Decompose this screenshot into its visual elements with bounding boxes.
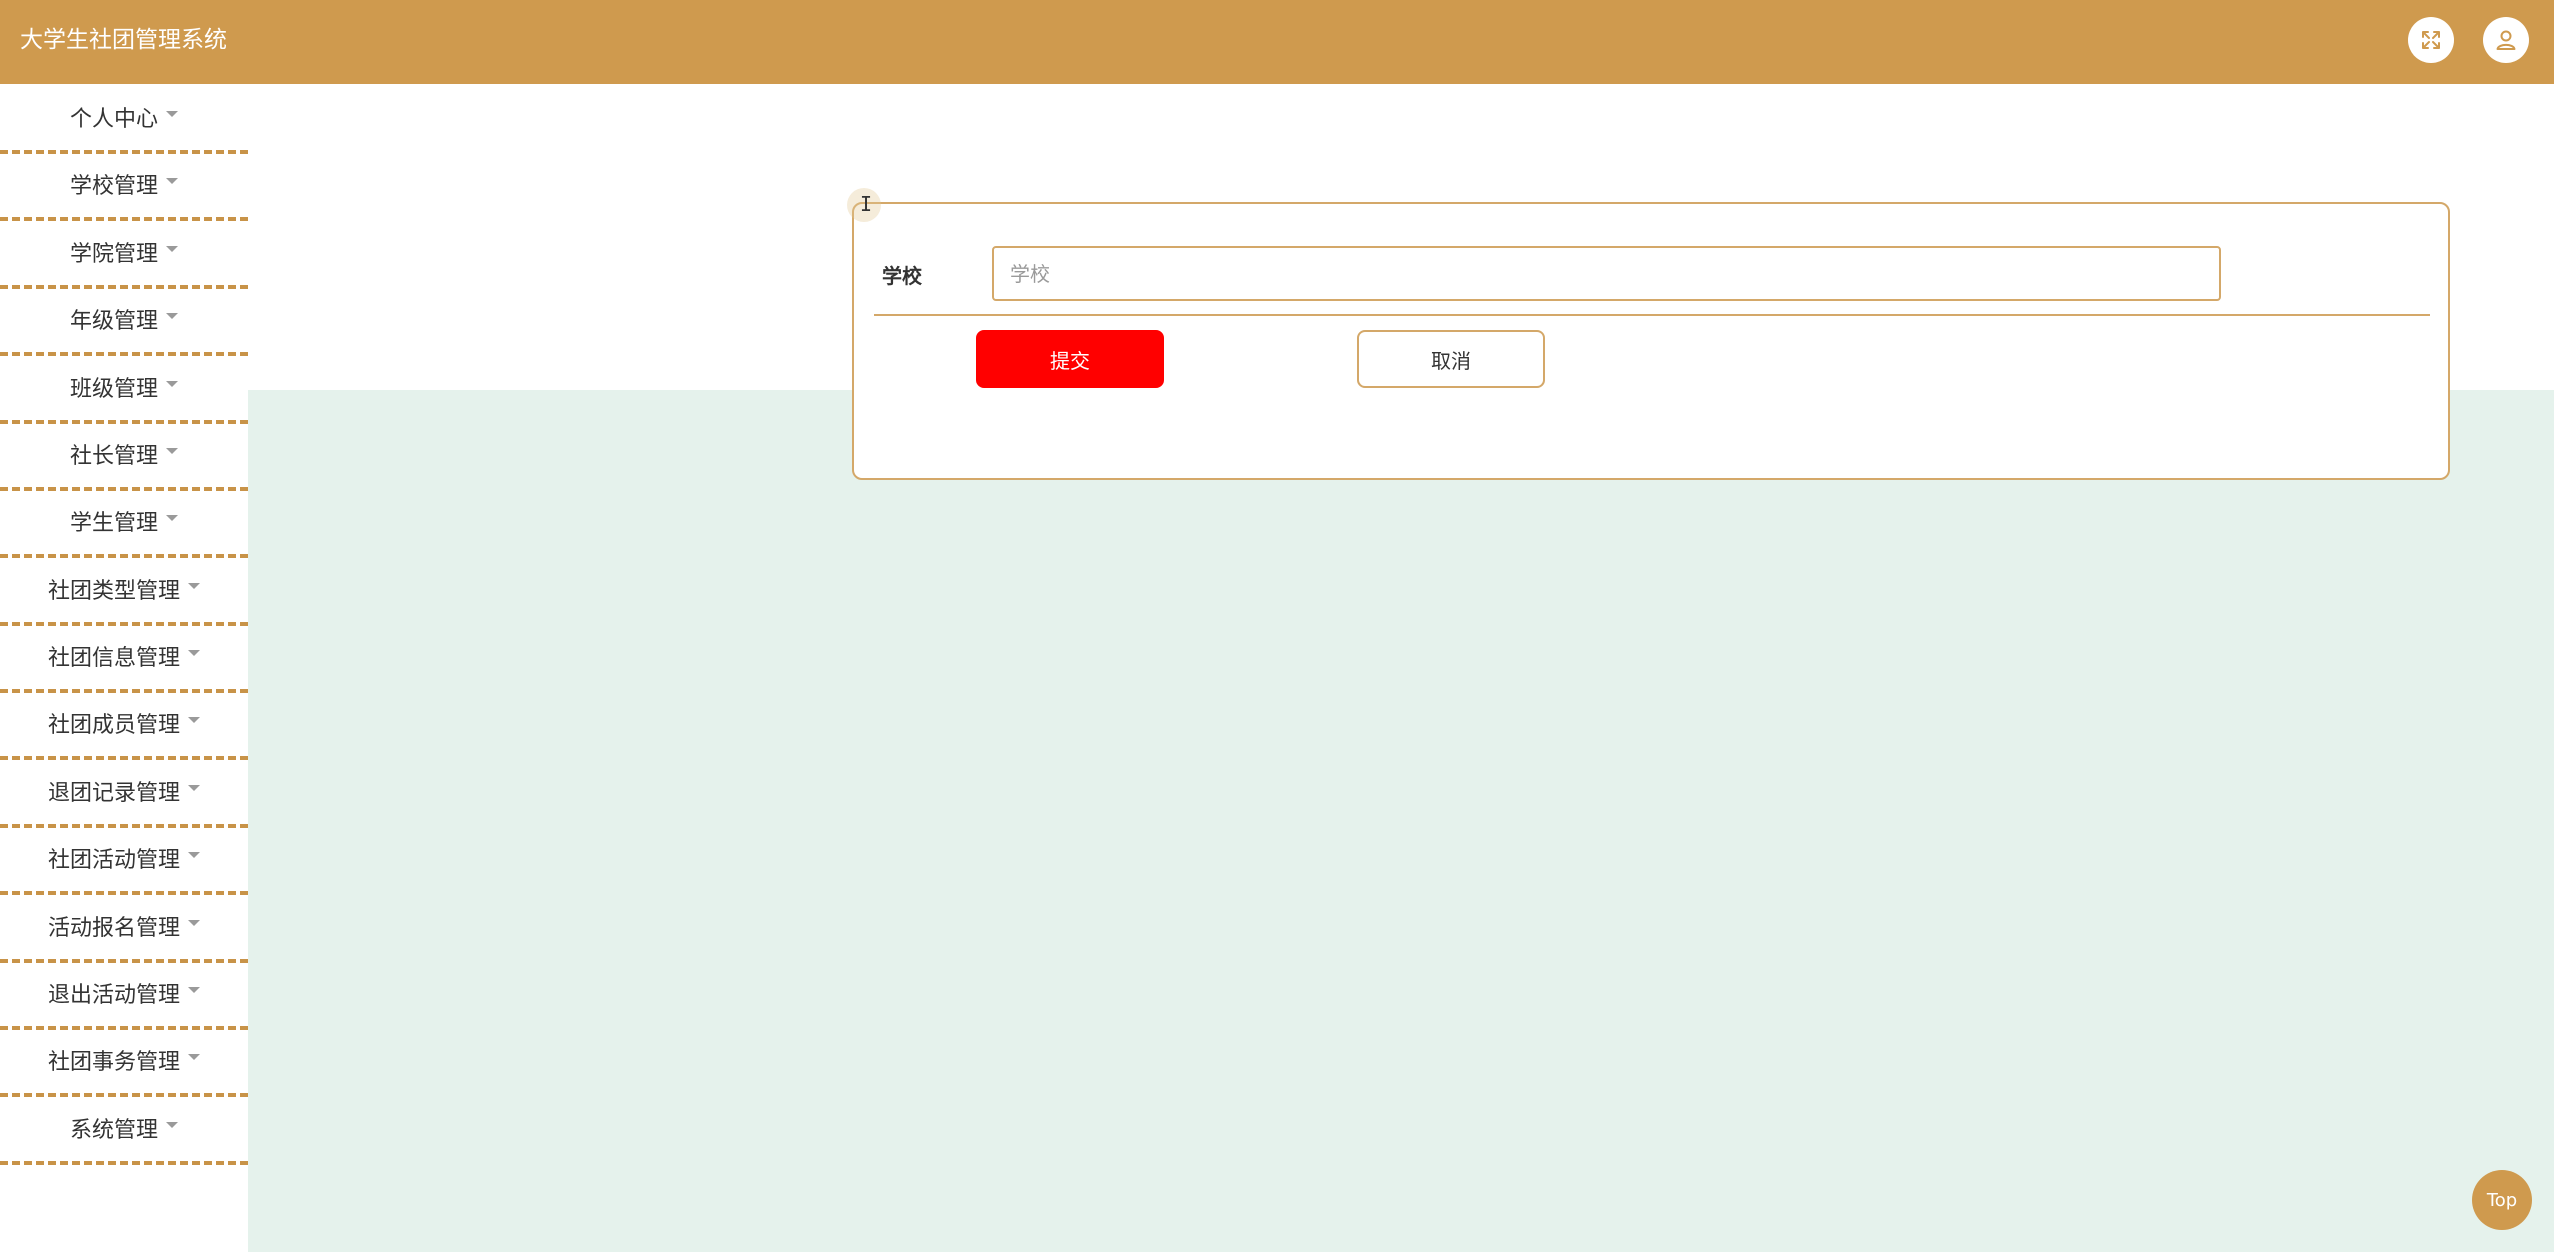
sidebar-item-club-type[interactable]: 社团类型管理 [0, 556, 248, 626]
sidebar-item-label: 学生管理 [69, 511, 158, 536]
caret-down-icon [188, 1054, 200, 1060]
main-content: 学校 提交 取消 [248, 84, 2554, 1252]
sidebar-item-label: 社团信息管理 [47, 646, 180, 671]
caret-down-icon [166, 313, 178, 319]
app-title: 大学生社团管理系统 [20, 27, 227, 53]
caret-down-icon [166, 1122, 178, 1128]
sidebar-item-grade[interactable]: 年级管理 [0, 286, 248, 356]
caret-down-icon [166, 381, 178, 387]
school-label: 学校 [882, 264, 922, 288]
sidebar-item-label: 社团事务管理 [47, 1050, 180, 1075]
sidebar-item-label: 社团活动管理 [47, 848, 180, 873]
sidebar-item-label: 社团成员管理 [47, 713, 180, 738]
caret-down-icon [188, 785, 200, 791]
caret-down-icon [188, 987, 200, 993]
sidebar-item-club-affairs[interactable]: 社团事务管理 [0, 1027, 248, 1097]
sidebar-item-label: 学校管理 [69, 174, 158, 199]
sidebar-item-label: 年级管理 [69, 309, 158, 334]
sidebar-item-label: 社长管理 [69, 444, 158, 469]
fullscreen-button[interactable] [2408, 17, 2454, 63]
sidebar-item-activity-registration[interactable]: 活动报名管理 [0, 893, 248, 963]
sidebar-item-personal-center[interactable]: 个人中心 [0, 84, 248, 154]
sidebar-item-system[interactable]: 系统管理 [0, 1095, 248, 1165]
school-input[interactable] [992, 246, 2221, 301]
sidebar-item-label: 活动报名管理 [47, 916, 180, 941]
text-cursor-icon: I [847, 188, 881, 222]
sidebar-item-label: 学院管理 [69, 242, 158, 267]
sidebar-item-exit-activity[interactable]: 退出活动管理 [0, 960, 248, 1030]
sidebar-item-label: 社团类型管理 [47, 579, 180, 604]
content-background [248, 390, 2554, 1252]
sidebar-item-label: 班级管理 [69, 377, 158, 402]
cancel-button[interactable]: 取消 [1357, 330, 1545, 388]
caret-down-icon [166, 246, 178, 252]
user-button[interactable] [2483, 17, 2529, 63]
sidebar-item-student[interactable]: 学生管理 [0, 488, 248, 558]
back-to-top-button[interactable]: Top [2472, 1170, 2532, 1230]
sidebar-item-club-activities[interactable]: 社团活动管理 [0, 825, 248, 895]
caret-down-icon [188, 920, 200, 926]
school-form: 学校 提交 取消 [852, 202, 2450, 480]
caret-down-icon [166, 515, 178, 521]
fullscreen-icon [2422, 31, 2440, 49]
sidebar-item-label: 退出活动管理 [47, 983, 180, 1008]
user-icon [2496, 30, 2516, 50]
sidebar-item-label: 系统管理 [69, 1118, 158, 1143]
sidebar-item-label: 个人中心 [69, 107, 158, 132]
caret-down-icon [188, 717, 200, 723]
sidebar-item-club-info[interactable]: 社团信息管理 [0, 623, 248, 693]
caret-down-icon [188, 650, 200, 656]
sidebar-item-college[interactable]: 学院管理 [0, 219, 248, 289]
sidebar-item-school[interactable]: 学校管理 [0, 151, 248, 221]
caret-down-icon [166, 448, 178, 454]
caret-down-icon [166, 178, 178, 184]
sidebar-item-withdrawal-records[interactable]: 退团记录管理 [0, 758, 248, 828]
sidebar-item-club-members[interactable]: 社团成员管理 [0, 690, 248, 760]
caret-down-icon [188, 583, 200, 589]
caret-down-icon [166, 111, 178, 117]
caret-down-icon [188, 852, 200, 858]
app-header: 大学生社团管理系统 [0, 0, 2554, 84]
sidebar-item-label: 退团记录管理 [47, 781, 180, 806]
sidebar-item-class[interactable]: 班级管理 [0, 354, 248, 424]
submit-button[interactable]: 提交 [976, 330, 1164, 388]
form-divider [874, 314, 2430, 316]
sidebar: 个人中心 学校管理 学院管理 年级管理 班级管理 社长管理 学生管理 社团类型管… [0, 84, 248, 1252]
sidebar-item-president[interactable]: 社长管理 [0, 421, 248, 491]
